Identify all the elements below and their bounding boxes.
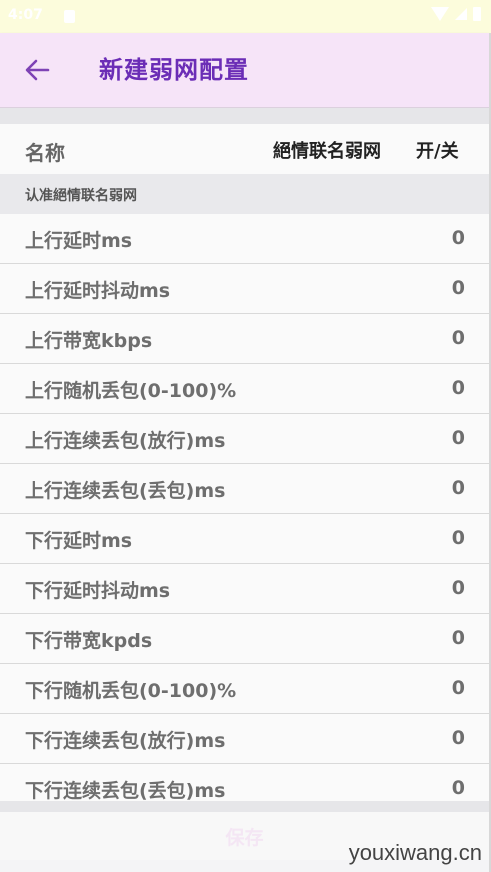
setting-value-input[interactable] xyxy=(405,774,465,802)
list-item[interactable]: 下行随机丢包(0-100)% xyxy=(0,664,489,714)
setting-value-input[interactable] xyxy=(405,524,465,552)
list-item[interactable]: 上行连续丢包(放行)ms xyxy=(0,414,489,464)
notification-icon xyxy=(64,10,75,23)
setting-value-input[interactable] xyxy=(405,424,465,452)
setting-label: 上行连续丢包(放行)ms xyxy=(25,430,226,452)
name-label: 名称 xyxy=(25,141,65,165)
list-item[interactable]: 上行随机丢包(0-100)% xyxy=(0,364,489,414)
app-bar: 新建弱网配置 xyxy=(0,33,489,108)
setting-label: 下行带宽kpds xyxy=(25,630,153,652)
setting-label: 上行连续丢包(丢包)ms xyxy=(25,480,226,502)
battery-icon xyxy=(473,7,481,21)
toggle-switch[interactable]: 开/关 xyxy=(416,137,459,163)
divider xyxy=(0,801,489,812)
setting-value-input[interactable] xyxy=(405,574,465,602)
status-icons xyxy=(431,7,481,21)
list-item[interactable]: 下行连续丢包(放行)ms xyxy=(0,714,489,764)
list-item[interactable]: 上行连续丢包(丢包)ms xyxy=(0,464,489,514)
setting-value-input[interactable] xyxy=(405,324,465,352)
section-title: 认准絕情联名弱网 xyxy=(25,188,137,204)
page-title: 新建弱网配置 xyxy=(99,56,249,84)
setting-label: 上行带宽kbps xyxy=(25,330,153,352)
setting-label: 下行连续丢包(放行)ms xyxy=(25,730,226,752)
status-time: 4:07 xyxy=(8,7,43,23)
setting-value-input[interactable] xyxy=(405,274,465,302)
config-name-row: 名称 絕情联名弱网 开/关 xyxy=(0,124,489,174)
name-value[interactable]: 絕情联名弱网 xyxy=(273,137,381,163)
list-item[interactable]: 下行延时ms xyxy=(0,514,489,564)
list-item[interactable]: 下行延时抖动ms xyxy=(0,564,489,614)
list-item[interactable]: 上行延时ms xyxy=(0,214,489,264)
setting-value-input[interactable] xyxy=(405,224,465,252)
arrow-left-icon xyxy=(25,59,50,81)
setting-value-input[interactable] xyxy=(405,624,465,652)
setting-label: 下行延时ms xyxy=(25,530,133,552)
setting-value-input[interactable] xyxy=(405,374,465,402)
setting-value-input[interactable] xyxy=(405,474,465,502)
list-item[interactable]: 上行带宽kbps xyxy=(0,314,489,364)
setting-value-input[interactable] xyxy=(405,724,465,752)
setting-label: 上行延时抖动ms xyxy=(25,280,171,302)
settings-list: 上行延时ms 上行延时抖动ms 上行带宽kbps 上行随机丢包(0-100)% … xyxy=(0,214,489,814)
back-button[interactable] xyxy=(18,52,56,88)
save-button[interactable]: 保存 xyxy=(201,823,287,850)
setting-value-input[interactable] xyxy=(405,674,465,702)
signal-icon xyxy=(455,8,467,20)
watermark: youxiwang.cn xyxy=(348,840,482,865)
section-header: 认准絕情联名弱网 xyxy=(0,174,489,214)
wifi-icon xyxy=(431,7,449,21)
setting-label: 下行延时抖动ms xyxy=(25,580,171,602)
setting-label: 上行延时ms xyxy=(25,230,133,252)
setting-label: 下行连续丢包(丢包)ms xyxy=(25,780,226,802)
setting-label: 上行随机丢包(0-100)% xyxy=(25,380,237,402)
list-item[interactable]: 下行带宽kpds xyxy=(0,614,489,664)
setting-label: 下行随机丢包(0-100)% xyxy=(25,680,237,702)
list-item[interactable]: 上行延时抖动ms xyxy=(0,264,489,314)
divider xyxy=(0,108,489,124)
status-bar: 4:07 xyxy=(0,0,491,33)
